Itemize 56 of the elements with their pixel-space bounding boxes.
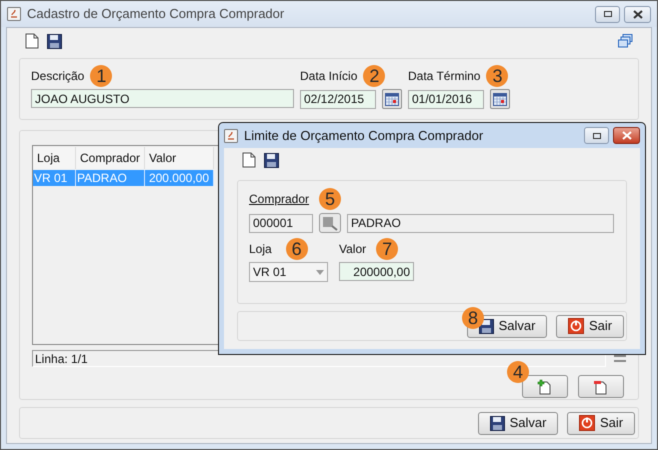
number-badge: 7 <box>376 238 398 260</box>
store-dropdown[interactable]: VR 01 <box>249 262 328 282</box>
number-badge: 1 <box>90 65 112 87</box>
window-title: Cadastro de Orçamento Compra Comprador <box>27 5 286 24</box>
close-button[interactable] <box>613 127 640 144</box>
table-cell: PADRAO <box>76 170 145 186</box>
field-label: Descrição <box>31 68 84 85</box>
code-field[interactable]: 000001 <box>249 214 313 232</box>
number-badge: 3 <box>486 65 508 87</box>
calendar-button[interactable] <box>382 89 402 109</box>
search-icon <box>322 216 338 230</box>
windows-icon[interactable] <box>618 34 633 48</box>
calendar-icon <box>385 92 399 106</box>
grip-icon[interactable] <box>614 354 626 362</box>
dialog-title: Limite de Orçamento Compra Comprador <box>244 126 484 145</box>
new-document-icon[interactable] <box>242 152 256 168</box>
text-field[interactable]: JOAO AUGUSTO <box>31 89 294 108</box>
new-document-icon[interactable] <box>25 33 39 49</box>
column-header[interactable]: Comprador <box>76 147 145 169</box>
number-badge: 8 <box>462 307 484 329</box>
table-cell: VR 01 <box>33 170 76 186</box>
calendar-button[interactable] <box>490 89 510 109</box>
calendar-icon <box>493 92 507 106</box>
restore-button[interactable] <box>595 6 620 22</box>
number-badge: 6 <box>286 238 308 260</box>
power-icon <box>568 318 584 334</box>
name-field[interactable]: PADRAO <box>347 214 614 232</box>
app-icon <box>224 128 238 142</box>
number-badge: 2 <box>363 65 386 87</box>
number-badge: 5 <box>319 188 342 210</box>
date-field[interactable]: 02/12/2015 <box>300 90 376 108</box>
exit-button[interactable]: Sair <box>556 314 624 338</box>
column-header[interactable]: Loja <box>33 147 76 169</box>
add-document-icon <box>537 378 553 394</box>
field-label: Data Início <box>300 68 358 85</box>
field-label: Data Término <box>408 68 480 85</box>
field-label: Valor <box>339 241 366 258</box>
date-field[interactable]: 01/01/2016 <box>408 90 484 108</box>
table-cell: 200.000,00 <box>145 170 214 186</box>
save-button[interactable]: Salvar <box>478 412 558 434</box>
close-icon <box>632 10 642 18</box>
remove-button[interactable] <box>578 375 624 398</box>
close-button[interactable] <box>624 6 651 22</box>
remove-document-icon <box>593 378 609 394</box>
exit-button[interactable]: Sair <box>567 412 635 434</box>
restore-button[interactable] <box>584 127 609 144</box>
field-label: Comprador <box>249 191 310 208</box>
app-icon <box>7 7 21 21</box>
value-field[interactable]: 200000,00 <box>339 262 414 281</box>
add-button[interactable] <box>522 375 568 398</box>
column-header[interactable]: Valor <box>145 147 214 169</box>
power-icon <box>578 415 595 431</box>
search-button[interactable] <box>319 213 341 233</box>
close-icon <box>622 131 632 140</box>
field-label: Loja <box>249 241 272 258</box>
caret-icon <box>316 270 324 274</box>
